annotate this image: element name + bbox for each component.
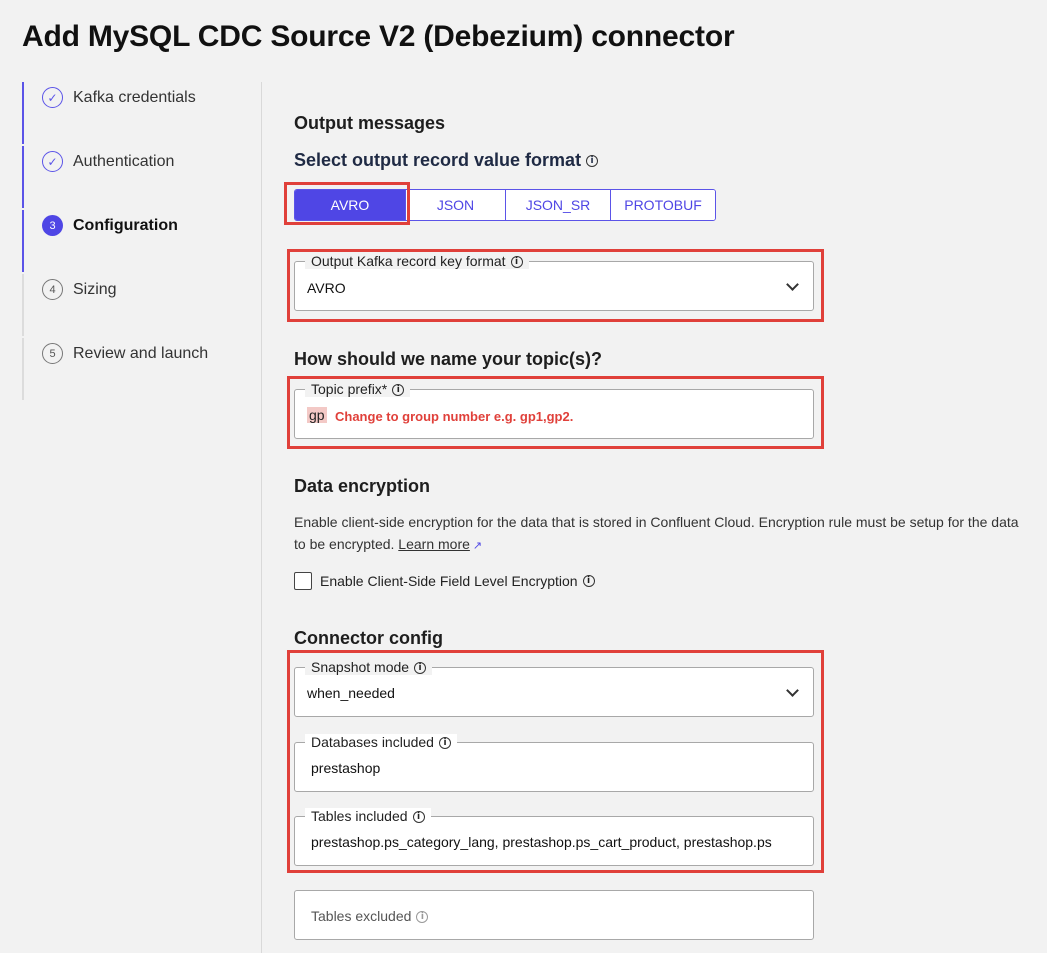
encryption-checkbox[interactable] <box>294 572 312 590</box>
wizard-stepper: ✓ Kafka credentials ✓ Authentication 3 C… <box>22 82 242 402</box>
encryption-checkbox-row[interactable]: Enable Client-Side Field Level Encryptio… <box>294 572 595 590</box>
step-progress-bar <box>22 338 24 400</box>
info-icon[interactable]: i <box>582 575 595 587</box>
step-sizing[interactable]: 4 Sizing <box>22 274 242 338</box>
format-option-json-sr[interactable]: JSON_SR <box>506 190 611 220</box>
output-messages-heading: Output messages <box>294 113 446 133</box>
page-title: Add MySQL CDC Source V2 (Debezium) conne… <box>22 20 735 53</box>
topic-naming-heading: How should we name your topic(s)? <box>294 349 603 369</box>
external-link-icon: ↗ <box>472 540 483 552</box>
step-progress-bar <box>22 210 24 272</box>
step-number-badge: 3 <box>42 215 63 236</box>
step-authentication[interactable]: ✓ Authentication <box>22 146 242 210</box>
check-icon: ✓ <box>42 151 63 172</box>
highlight-annotation <box>287 376 824 449</box>
tables-excluded-placeholder: Tables excluded i <box>311 908 799 924</box>
encryption-checkbox-label: Enable Client-Side Field Level Encryptio… <box>320 573 578 589</box>
step-label: Configuration <box>73 217 178 234</box>
format-option-json[interactable]: JSON <box>406 190 506 220</box>
step-number-badge: 5 <box>42 343 63 364</box>
step-label: Kafka credentials <box>73 89 196 106</box>
step-configuration[interactable]: 3 Configuration <box>22 210 242 274</box>
connector-config-heading: Connector config <box>294 628 443 648</box>
tables-excluded-input[interactable]: Tables excluded i <box>294 890 814 940</box>
learn-more-link[interactable]: Learn more <box>398 536 470 552</box>
highlight-annotation <box>287 249 824 322</box>
data-encryption-heading: Data encryption <box>294 476 431 496</box>
info-icon[interactable]: i <box>416 911 429 924</box>
highlight-annotation <box>287 650 824 873</box>
value-format-heading: Select output record value format i <box>294 150 599 171</box>
vertical-divider <box>261 82 262 953</box>
highlight-annotation <box>284 182 410 225</box>
info-icon[interactable]: i <box>586 155 599 168</box>
step-kafka-credentials[interactable]: ✓ Kafka credentials <box>22 82 242 146</box>
step-number-badge: 4 <box>42 279 63 300</box>
value-format-label: Select output record value format <box>294 150 582 170</box>
encryption-description: Enable client-side encryption for the da… <box>294 511 1034 557</box>
step-label: Review and launch <box>73 345 209 362</box>
check-icon: ✓ <box>42 87 63 108</box>
step-review-and-launch[interactable]: 5 Review and launch <box>22 338 242 402</box>
step-progress-bar <box>22 274 24 336</box>
step-label: Authentication <box>73 153 175 170</box>
step-progress-bar <box>22 82 24 144</box>
format-option-protobuf[interactable]: PROTOBUF <box>611 190 715 220</box>
step-progress-bar <box>22 146 24 208</box>
step-label: Sizing <box>73 281 117 298</box>
